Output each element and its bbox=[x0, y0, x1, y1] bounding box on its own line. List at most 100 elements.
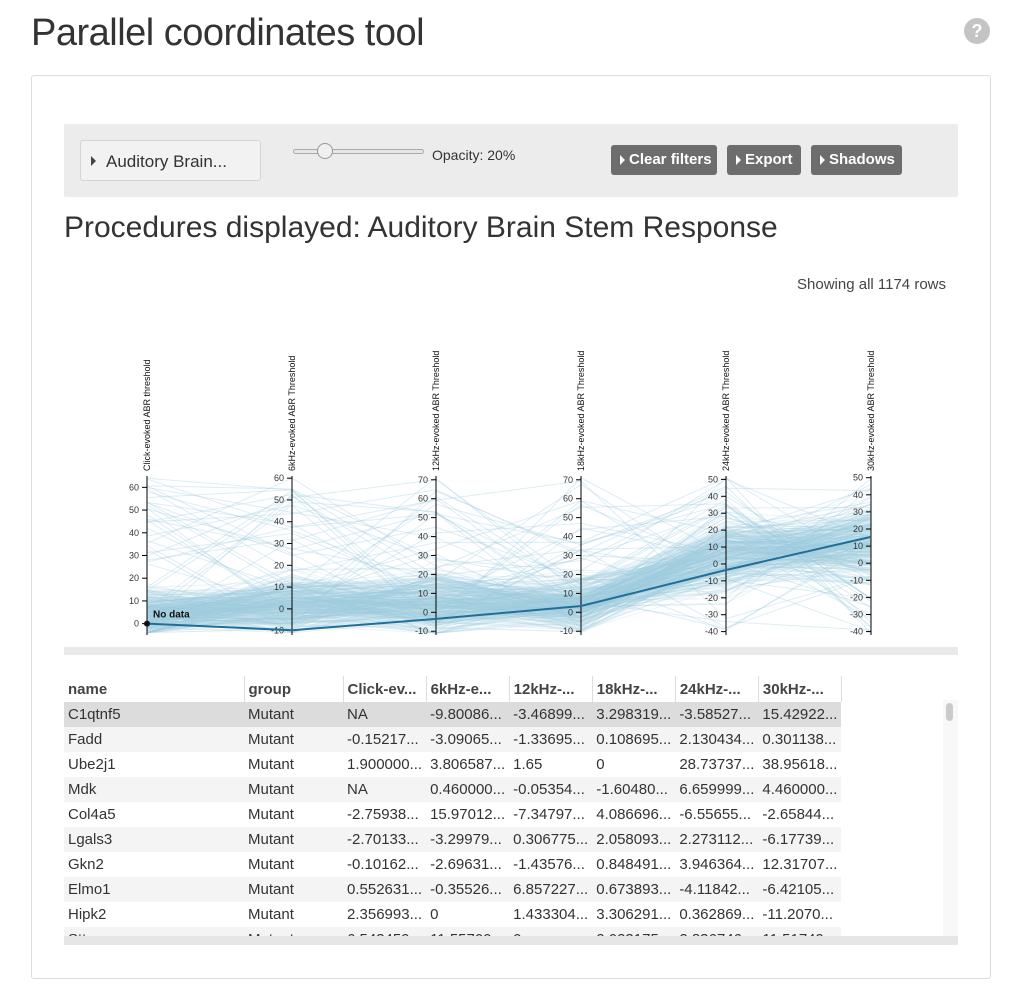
table-row[interactable]: Lgals3 Mutant -2.70133... -3.29979... 0.3067… bbox=[64, 827, 842, 852]
table-cell: -4.11842... bbox=[679, 881, 750, 898]
axis-label: 6kHz-evoked ABR Threshold bbox=[287, 356, 297, 471]
axis: -40 -30 -20 -10 0 10 20 30 40 5024kHz-evoked ABR … bbox=[705, 351, 731, 637]
table-row[interactable]: Mdk Mutant NA 0.460000... -0.05354... -1.6048… bbox=[64, 777, 842, 802]
table-cell: Gkn2 bbox=[68, 856, 104, 873]
question-circle-icon[interactable]: ? bbox=[964, 18, 990, 44]
table-cell: 1.65 bbox=[513, 756, 543, 773]
tick-label: 10 bbox=[708, 542, 718, 552]
tick-label: 40 bbox=[708, 491, 718, 501]
table-cell: Mutant bbox=[248, 781, 294, 798]
procedures-heading: Procedures displayed: Auditory Brain Ste… bbox=[64, 211, 778, 244]
tick-label: 60 bbox=[129, 482, 139, 492]
table-cell: Stt... bbox=[64, 927, 244, 936]
tick-label: 60 bbox=[563, 494, 573, 504]
tick-label: 30 bbox=[853, 507, 863, 517]
table-cell: NA bbox=[347, 781, 368, 798]
scrollbar-thumb[interactable] bbox=[946, 703, 953, 721]
tick-label: -40 bbox=[850, 627, 863, 637]
tick-label: 40 bbox=[563, 532, 573, 542]
column-header[interactable]: 12kHz-... bbox=[509, 676, 593, 702]
tick-label: 40 bbox=[129, 528, 139, 538]
table-row[interactable]: Elmo1 Mutant 0.552631... -0.35526... 6.85722… bbox=[64, 877, 842, 902]
table-cell: 3.298319... bbox=[596, 706, 672, 723]
table-row[interactable]: Ube2j1 Mutant 1.900000... 3.806587... 1.65 0 2… bbox=[64, 752, 841, 777]
table-cell: 0 bbox=[430, 906, 439, 923]
tick-label: 0 bbox=[423, 607, 428, 617]
column-header[interactable]: group bbox=[244, 676, 344, 702]
tick-label: 10 bbox=[129, 596, 139, 606]
column-header[interactable]: 30kHz-... bbox=[758, 676, 842, 702]
table-cell: 0.306775... bbox=[513, 831, 589, 848]
table-row[interactable]: Stt...Mutant6.543459...11.55700...02.023… bbox=[64, 927, 842, 936]
axis-label: 12kHz-evoked ABR Threshold bbox=[431, 351, 441, 471]
tick-label: 10 bbox=[274, 582, 284, 592]
table-row[interactable]: Hipk2 Mutant 2.356993... 0 1.433304... 3.3062… bbox=[64, 902, 841, 927]
table-cell: Ube2j1 bbox=[68, 756, 116, 773]
tick-label: 20 bbox=[129, 573, 139, 583]
row-count: Showing all 1174 rows bbox=[797, 276, 946, 293]
shadows-label: Shadows bbox=[829, 151, 895, 168]
table-row[interactable]: Fadd Mutant -0.15217... -3.09065... -1.33695… bbox=[64, 727, 842, 752]
table-cell: Mutant bbox=[248, 856, 294, 873]
axis-label: 30kHz-evoked ABR Threshold bbox=[866, 351, 876, 471]
axis-label: 18kHz-evoked ABR Threshold bbox=[576, 351, 586, 471]
table-cell: -0.10162... bbox=[347, 856, 419, 873]
caret-right-icon bbox=[820, 155, 825, 165]
tick-label: 20 bbox=[708, 525, 718, 535]
table-cell: -9.80086... bbox=[430, 706, 502, 723]
data-grid: name group Click-ev... 6kHz-e... 12kHz-... 18… bbox=[64, 676, 842, 936]
shadows-button[interactable]: Shadows bbox=[811, 145, 902, 175]
table-cell: 6.543459... bbox=[343, 927, 426, 936]
caret-right-icon bbox=[736, 155, 741, 165]
tick-label: 70 bbox=[418, 475, 428, 485]
column-header[interactable]: 24kHz-... bbox=[675, 676, 759, 702]
column-header[interactable]: 6kHz-e... bbox=[426, 676, 510, 702]
table-cell: Elmo1 bbox=[68, 881, 111, 898]
opacity-slider-track[interactable] bbox=[293, 149, 424, 154]
table-cell: NA bbox=[347, 706, 368, 723]
table-cell: 0 bbox=[596, 756, 605, 773]
table-cell: 1.900000... bbox=[347, 756, 423, 773]
table-cell: -7.34797... bbox=[513, 806, 585, 823]
tick-label: 50 bbox=[563, 513, 573, 523]
opacity-slider-handle[interactable] bbox=[317, 143, 333, 159]
page-title: Parallel coordinates tool bbox=[31, 12, 425, 54]
tick-label: -20 bbox=[850, 592, 863, 602]
tick-label: 50 bbox=[129, 505, 139, 515]
table-vertical-scrollbar[interactable] bbox=[943, 700, 958, 936]
table-cell: Hipk2 bbox=[68, 906, 107, 923]
table-cell: 0.108695... bbox=[596, 731, 672, 748]
background-lines bbox=[146, 476, 872, 634]
export-button[interactable]: Export bbox=[727, 145, 801, 175]
table-cell: Col4a5 bbox=[68, 806, 116, 823]
table-row[interactable]: Col4a5 Mutant -2.75938... 15.97012... -7.347… bbox=[64, 802, 841, 827]
highlighted-point bbox=[144, 620, 150, 627]
no-data-annotation: No data bbox=[153, 610, 190, 621]
tick-label: -10 bbox=[850, 575, 863, 585]
table-cell: -2.65844... bbox=[762, 806, 835, 823]
table-cell: 3.306291... bbox=[596, 906, 672, 923]
procedure-select[interactable]: Auditory Brain... bbox=[80, 140, 261, 181]
tick-label: 20 bbox=[853, 524, 863, 534]
tick-label: 70 bbox=[563, 475, 573, 485]
tick-label: -10 bbox=[705, 576, 718, 586]
tick-label: 20 bbox=[563, 569, 573, 579]
table-horizontal-scrollbar[interactable] bbox=[64, 936, 958, 945]
table-cell: -2.75938... bbox=[347, 806, 419, 823]
column-header[interactable]: 18kHz-... bbox=[592, 676, 676, 702]
column-header[interactable]: Click-ev... bbox=[343, 676, 427, 702]
tick-label: -30 bbox=[850, 609, 863, 619]
column-header[interactable]: name bbox=[64, 676, 245, 702]
table-cell: Mutant bbox=[248, 806, 294, 823]
caret-right-icon bbox=[620, 155, 625, 165]
parallel-coordinates-chart[interactable]: 0 10 20 30 40 50 60 Click-evoked ABR threshold -… bbox=[64, 300, 958, 650]
table-header-row: name group Click-ev... 6kHz-e... 12kHz-... 18… bbox=[64, 676, 842, 702]
table-cell: Mdk bbox=[68, 781, 97, 798]
table-cell: 28.73737... bbox=[679, 756, 755, 773]
tick-label: 60 bbox=[418, 494, 428, 504]
clear-filters-button[interactable]: Clear filters bbox=[611, 145, 717, 175]
table-row[interactable]: Gkn2 Mutant -0.10162... -2.69631... -1.43576… bbox=[64, 852, 841, 877]
table-row[interactable]: C1qtnf5 Mutant NA -9.80086... -3.46899... 3.2… bbox=[64, 702, 842, 727]
table-cell: Lgals3 bbox=[68, 831, 113, 848]
tick-label: 30 bbox=[129, 551, 139, 561]
